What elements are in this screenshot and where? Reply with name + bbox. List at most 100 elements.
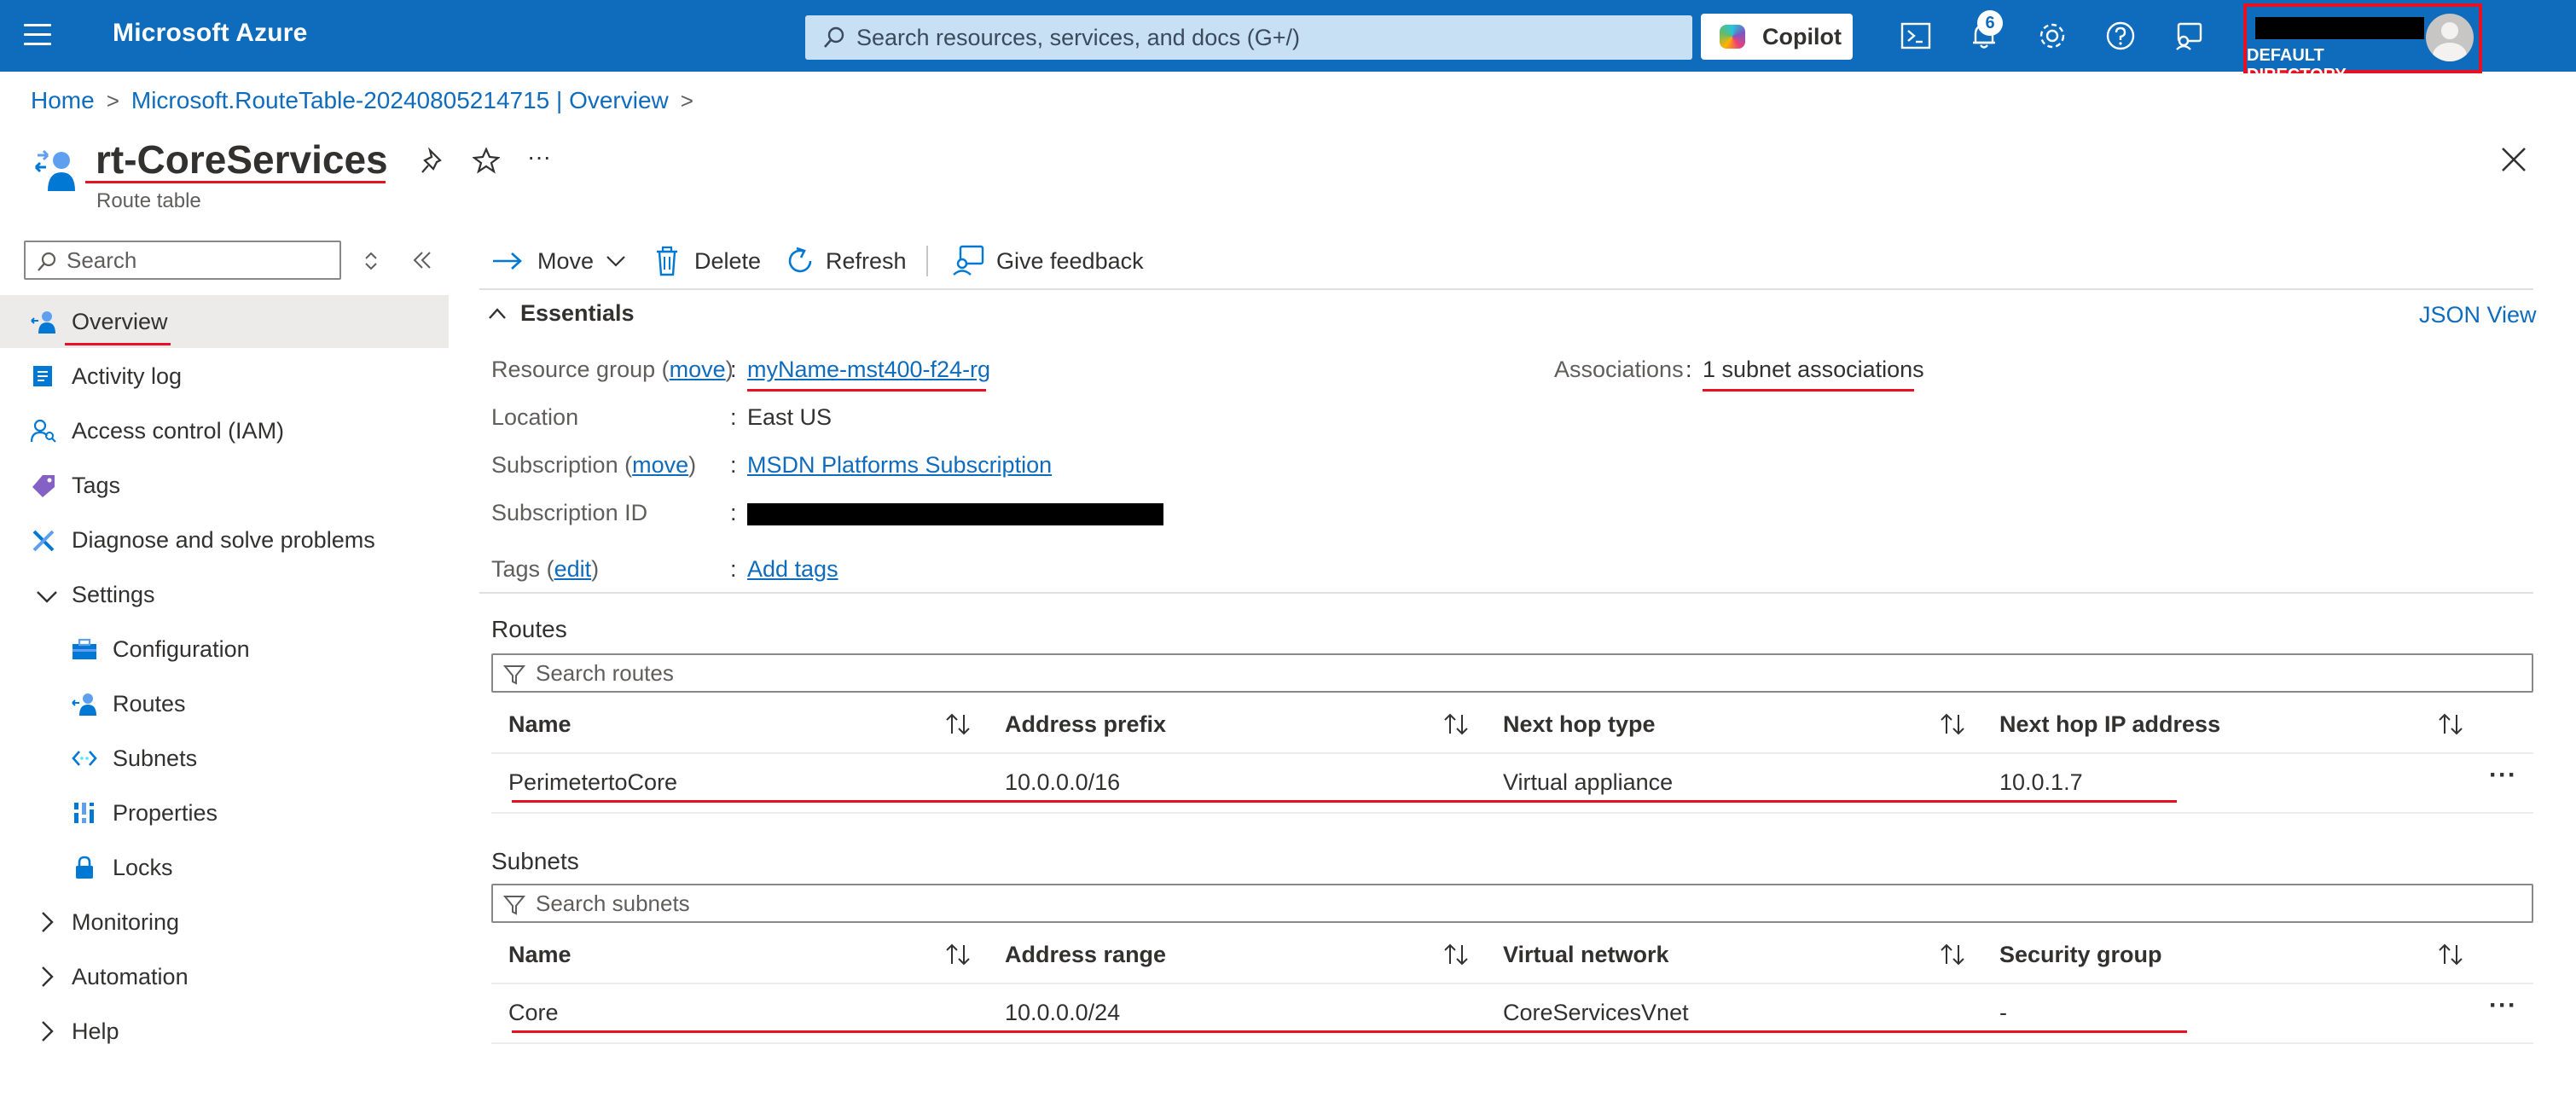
subscription-id-label: Subscription ID <box>491 500 648 525</box>
tags-label: Tags <box>491 556 541 582</box>
chevron-right-icon <box>42 1021 54 1041</box>
route-hop-ip-cell: 10.0.1.7 <box>1999 769 2083 795</box>
sort-arrows-icon[interactable] <box>1938 711 1967 737</box>
global-search-placeholder: Search resources, services, and docs (G+… <box>856 25 1300 50</box>
colon: : <box>1685 357 1692 382</box>
move-subscription-link[interactable]: move <box>632 452 688 478</box>
cloud-shell-icon[interactable] <box>1899 19 1933 53</box>
pin-icon[interactable] <box>420 147 447 176</box>
page-title: rt-CoreServices <box>96 137 388 182</box>
column-header-next-hop-type[interactable]: Next hop type <box>1503 711 1656 738</box>
sidebar-item-diagnose[interactable]: Diagnose and solve problems <box>0 513 449 566</box>
sidebar-item-activity-log[interactable]: Activity log <box>0 350 449 403</box>
help-icon[interactable] <box>2103 19 2138 53</box>
sidebar-item-label: Properties <box>113 800 218 826</box>
edit-tags-link[interactable]: edit <box>554 556 592 582</box>
sidebar-group-monitoring[interactable]: Monitoring <box>0 896 449 949</box>
sort-arrows-icon[interactable] <box>1938 942 1967 967</box>
column-header-virtual-network[interactable]: Virtual network <box>1503 942 1669 968</box>
column-header-next-hop-ip[interactable]: Next hop IP address <box>1999 711 2220 738</box>
sidebar-item-routes[interactable]: Routes <box>0 677 449 730</box>
sort-arrows-icon[interactable] <box>1442 711 1471 737</box>
more-options-button[interactable]: ··· <box>527 143 551 171</box>
search-icon <box>38 252 56 271</box>
sidebar-item-label: Activity log <box>72 363 183 389</box>
routes-filter-input[interactable]: Search routes <box>491 653 2533 693</box>
breadcrumb-deployment-link[interactable]: Microsoft.RouteTable-20240805214715 | Ov… <box>131 87 669 113</box>
notifications-count-badge: 6 <box>1977 10 2003 36</box>
subscription-link[interactable]: MSDN Platforms Subscription <box>747 452 1052 479</box>
add-tags-link[interactable]: Add tags <box>747 556 838 583</box>
redacted-subscription-id <box>747 503 1163 525</box>
breadcrumb-home-link[interactable]: Home <box>31 87 95 113</box>
page-subtitle: Route table <box>96 189 201 212</box>
sidebar-search-input[interactable]: Search <box>24 241 341 280</box>
sidebar-group-settings[interactable]: Settings <box>0 568 449 621</box>
resource-group-label: Resource group <box>491 357 656 382</box>
column-header-security-group[interactable]: Security group <box>1999 942 2162 968</box>
sort-arrows-icon[interactable] <box>1442 942 1471 967</box>
colon: : <box>730 556 737 582</box>
annotation-underline <box>512 800 2177 803</box>
sidebar-item-configuration[interactable]: Configuration <box>0 623 449 676</box>
table-header-divider <box>491 752 2533 754</box>
move-label: Move <box>537 248 595 274</box>
sidebar-item-label: Monitoring <box>72 909 180 935</box>
resource-group-link[interactable]: myName-mst400-f24-rg <box>747 357 990 383</box>
sidebar-item-label: Configuration <box>113 636 250 662</box>
redacted-account-name <box>2255 17 2424 39</box>
sort-arrows-icon[interactable] <box>2436 942 2465 967</box>
sort-arrows-icon[interactable] <box>2436 711 2465 737</box>
delete-label: Delete <box>694 248 762 274</box>
row-more-options-button[interactable]: ··· <box>2489 761 2517 790</box>
chevron-down-icon <box>37 591 57 603</box>
avatar <box>2426 14 2474 61</box>
settings-gear-icon[interactable] <box>2035 19 2069 53</box>
top-bar: Microsoft Azure Search resources, servic… <box>0 0 2576 84</box>
feedback-icon[interactable] <box>2172 19 2206 53</box>
filter-icon <box>503 896 525 915</box>
subnet-icon <box>72 751 97 766</box>
global-search-input[interactable]: Search resources, services, and docs (G+… <box>805 15 1692 60</box>
essentials-top-divider <box>479 288 2533 290</box>
sort-arrows-icon[interactable] <box>943 711 972 737</box>
sidebar-group-automation[interactable]: Automation <box>0 950 449 1003</box>
annotation-underline <box>85 181 386 183</box>
column-header-name[interactable]: Name <box>508 942 571 968</box>
move-resource-group-link[interactable]: move <box>670 357 726 382</box>
location-value: East US <box>747 404 833 430</box>
favorite-star-icon[interactable] <box>473 147 500 174</box>
sort-arrows-icon[interactable] <box>943 942 972 967</box>
chevron-right-icon: > <box>106 88 119 113</box>
sidebar-group-help[interactable]: Help <box>0 1005 449 1058</box>
sidebar-item-access-control[interactable]: Access control (IAM) <box>0 404 449 457</box>
column-header-address-range[interactable]: Address range <box>1005 942 1166 968</box>
routes-heading: Routes <box>491 616 567 642</box>
sidebar-item-tags[interactable]: Tags <box>0 459 449 512</box>
refresh-icon <box>788 247 812 273</box>
column-header-address-prefix[interactable]: Address prefix <box>1005 711 1166 738</box>
arrow-right-icon <box>493 252 522 270</box>
account-menu[interactable]: DEFAULT DIRECTORY <box>2243 3 2482 84</box>
json-view-link[interactable]: JSON View <box>2419 302 2537 328</box>
chevron-right-icon <box>42 966 54 987</box>
sort-toggle-icon[interactable] <box>362 249 380 273</box>
trash-icon <box>657 246 677 276</box>
column-header-name[interactable]: Name <box>508 711 571 738</box>
give-feedback-label: Give feedback <box>996 248 1144 274</box>
hamburger-menu-icon[interactable] <box>24 24 51 48</box>
subnets-heading: Subnets <box>491 848 579 874</box>
sidebar-item-locks[interactable]: Locks <box>0 841 449 894</box>
open-paren: ( <box>546 556 554 582</box>
sidebar-item-subnets[interactable]: Subnets <box>0 732 449 785</box>
copilot-button[interactable]: Copilot <box>1701 14 1853 60</box>
collapse-sidebar-icon[interactable] <box>411 249 433 271</box>
subnet-name-cell: Core <box>508 1000 559 1025</box>
sidebar-item-properties[interactable]: Properties <box>0 786 449 839</box>
close-icon[interactable] <box>2499 145 2528 174</box>
brand-title[interactable]: Microsoft Azure <box>113 19 308 48</box>
sidebar-item-overview[interactable]: Overview <box>0 295 449 348</box>
row-more-options-button[interactable]: ··· <box>2489 991 2517 1020</box>
chevron-up-icon <box>489 308 506 319</box>
subnets-filter-input[interactable]: Search subnets <box>491 884 2533 923</box>
